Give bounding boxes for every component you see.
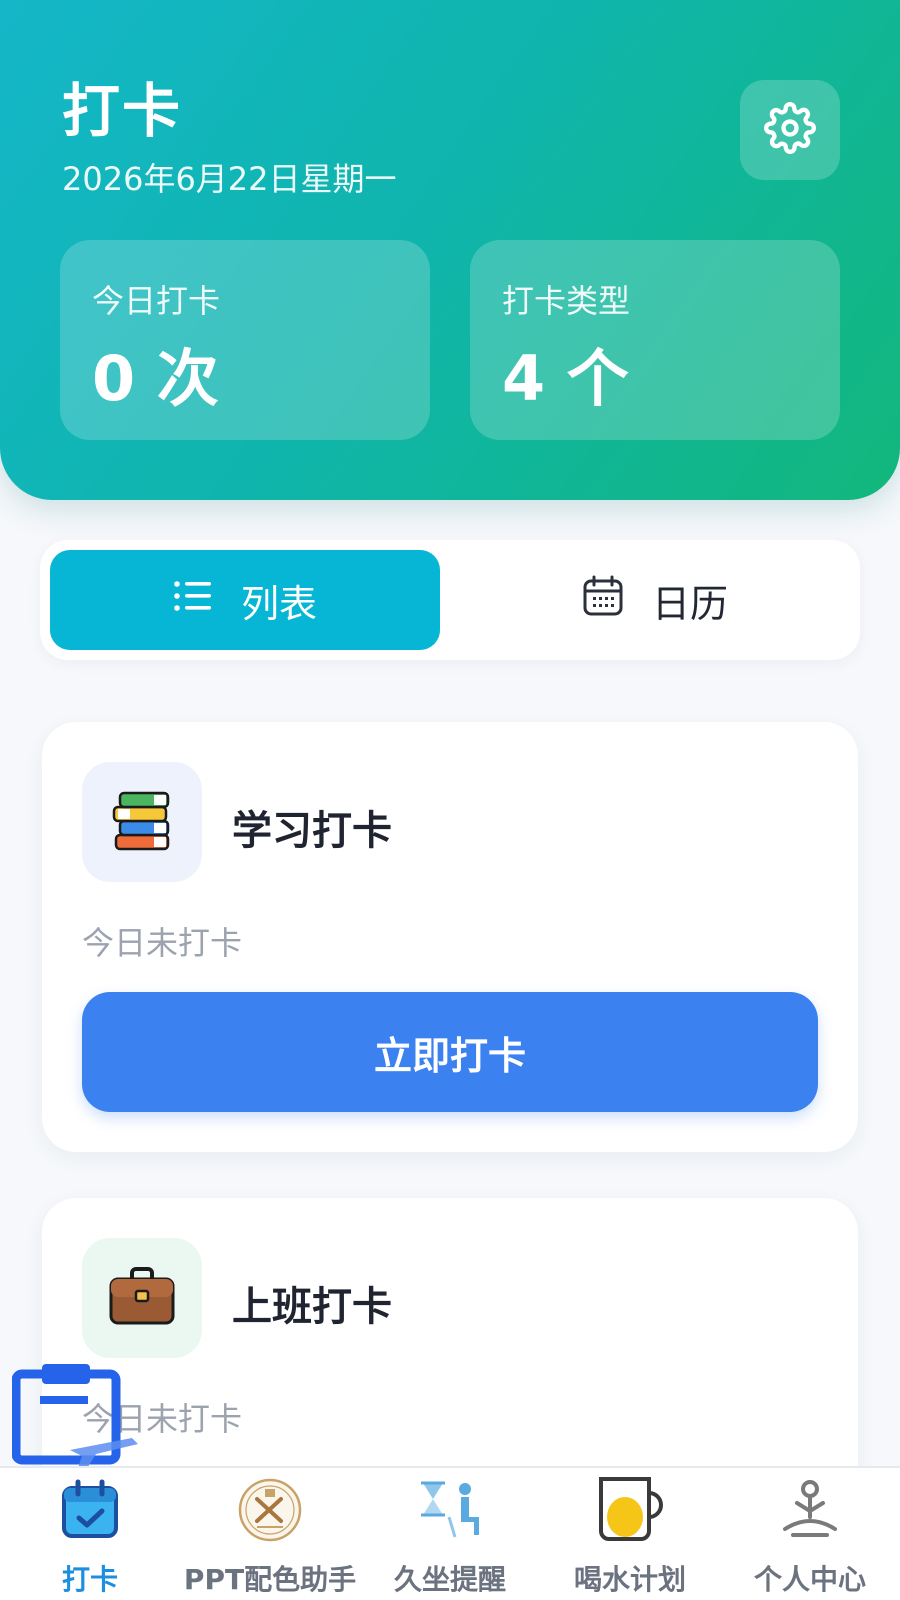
nav-label: 打卡 — [61, 1563, 118, 1596]
nav-label: PPT配色助手 — [183, 1563, 357, 1596]
floating-widget[interactable] — [11, 1362, 142, 1472]
cup-icon — [594, 1474, 666, 1546]
tab-calendar[interactable]: 日历 — [460, 550, 850, 650]
tab-calendar-label: 日历 — [651, 581, 728, 626]
meditation-person-icon — [774, 1474, 846, 1546]
books-icon — [110, 789, 174, 855]
list-icon — [173, 578, 213, 622]
view-toggle: 列表 日历 — [40, 540, 860, 660]
bottom-nav: 打卡 PPT配色助手 久坐提醒 喝水计划 个人中心 — [0, 1466, 900, 1600]
checkin-card-study: 学习打卡 今日未打卡 立即打卡 — [42, 722, 858, 1152]
stat-card-today: 今日打卡 0 次 — [60, 240, 430, 440]
nav-label: 久坐提醒 — [393, 1563, 506, 1596]
stat-label: 今日打卡 — [92, 282, 221, 320]
gear-icon — [764, 102, 816, 158]
stat-value: 0 次 — [92, 342, 219, 415]
nav-item-sitting-reminder[interactable]: 久坐提醒 — [360, 1474, 540, 1598]
card-status: 今日未打卡 — [82, 924, 243, 962]
nav-item-water-plan[interactable]: 喝水计划 — [540, 1474, 720, 1598]
nav-label: 个人中心 — [753, 1563, 866, 1596]
tab-list-label: 列表 — [240, 581, 317, 626]
hourglass-sitting-icon — [414, 1474, 486, 1546]
tab-list[interactable]: 列表 — [50, 550, 440, 650]
nav-item-profile[interactable]: 个人中心 — [720, 1474, 900, 1598]
nav-item-checkin[interactable]: 打卡 — [0, 1474, 180, 1598]
calendar-icon — [582, 575, 624, 626]
card-icon-container — [82, 762, 202, 882]
briefcase-icon — [108, 1265, 176, 1331]
stat-value: 4 个 — [502, 342, 629, 415]
card-icon-container — [82, 1238, 202, 1358]
palette-badge-icon — [234, 1474, 306, 1546]
nav-label: 喝水计划 — [573, 1563, 686, 1596]
page-title: 打卡 — [62, 77, 183, 145]
stat-label: 打卡类型 — [502, 282, 631, 320]
card-title: 学习打卡 — [232, 808, 392, 854]
page-date: 2026年6月22日星期一 — [62, 160, 397, 198]
stat-card-types: 打卡类型 4 个 — [470, 240, 840, 440]
card-title: 上班打卡 — [232, 1284, 392, 1330]
nav-item-ppt-color[interactable]: PPT配色助手 — [180, 1474, 360, 1598]
header: 打卡 2026年6月22日星期一 今日打卡 0 次 打卡类型 4 个 — [0, 0, 900, 500]
checkin-now-button[interactable]: 立即打卡 — [82, 992, 818, 1112]
calendar-check-icon — [54, 1474, 126, 1546]
settings-button[interactable] — [740, 80, 840, 180]
